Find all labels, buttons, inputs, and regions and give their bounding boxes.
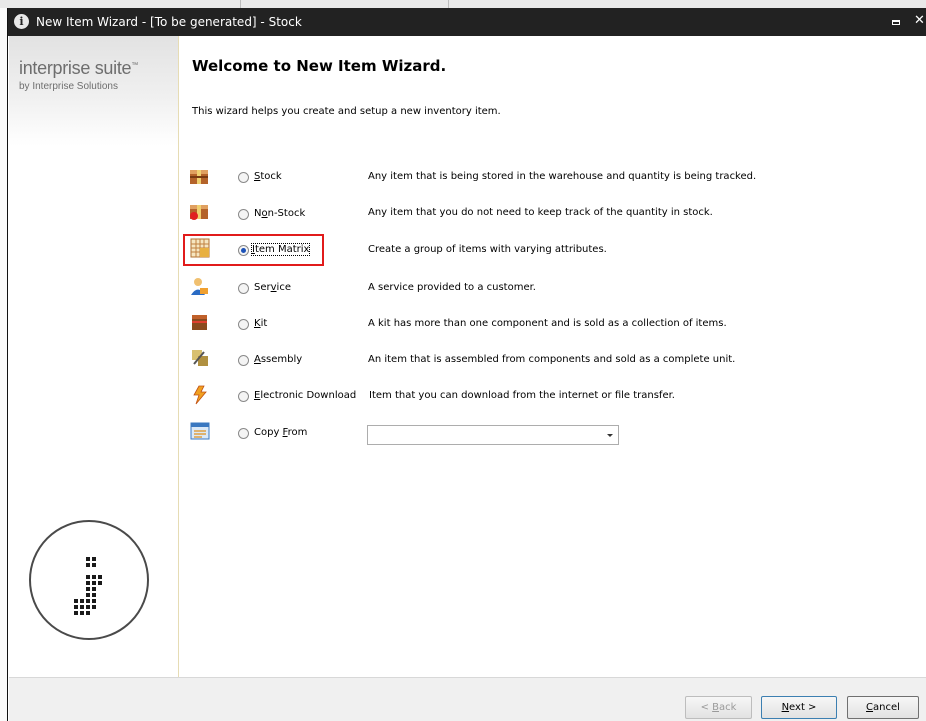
restore-icon[interactable]: [892, 20, 900, 25]
assembly-option-label[interactable]: Assembly: [254, 354, 302, 365]
window-left-edge: [0, 8, 8, 721]
non-stock-radio[interactable]: [238, 209, 249, 220]
non-stock-description: Any item that you do not need to keep tr…: [368, 207, 713, 218]
stock-box-icon: [190, 170, 208, 184]
wizard-sidebar: interprise suite™ by Interprise Solution…: [9, 36, 179, 677]
copy-from-radio[interactable]: [238, 428, 249, 439]
electronic-download-radio[interactable]: [238, 391, 249, 402]
window-title: New Item Wizard - [To be generated] - St…: [36, 15, 302, 29]
service-description: A service provided to a customer.: [368, 282, 536, 293]
service-person-icon: [191, 278, 208, 295]
close-icon[interactable]: ✕: [914, 13, 925, 28]
chevron-down-icon[interactable]: [607, 434, 613, 437]
stock-option-label[interactable]: Stock: [254, 171, 282, 182]
non-stock-box-icon: [190, 205, 208, 220]
info-icon: i: [14, 14, 29, 29]
download-bolt-icon: [193, 385, 207, 405]
copy-window-icon: [190, 422, 210, 440]
copy-from-option-label[interactable]: Copy From: [254, 427, 307, 438]
kit-radio[interactable]: [238, 319, 249, 330]
cancel-button[interactable]: Cancel: [847, 696, 919, 719]
item-matrix-description: Create a group of items with varying att…: [368, 244, 607, 255]
interprise-logo-icon: [29, 520, 149, 640]
service-radio[interactable]: [238, 283, 249, 294]
brand-logo-text: interprise suite™: [19, 58, 138, 78]
assembly-description: An item that is assembled from component…: [368, 354, 736, 365]
back-button[interactable]: < Back: [685, 696, 752, 719]
intro-text: This wizard helps you create and setup a…: [192, 106, 501, 117]
electronic-download-description: Item that you can download from the inte…: [369, 390, 675, 401]
kit-description: A kit has more than one component and is…: [368, 318, 727, 329]
stock-radio[interactable]: [238, 172, 249, 183]
copy-from-dropdown[interactable]: [367, 425, 619, 445]
title-bar: i New Item Wizard - [To be generated] - …: [8, 8, 926, 36]
background-divider: [240, 0, 241, 8]
assembly-icon: [192, 350, 208, 366]
kit-option-label[interactable]: Kit: [254, 318, 267, 329]
selection-highlight: [183, 234, 324, 266]
stock-description: Any item that is being stored in the war…: [368, 171, 757, 182]
background-window-strip: [0, 0, 926, 8]
wizard-footer: < Back Next > Cancel: [9, 677, 926, 721]
page-title: Welcome to New Item Wizard.: [192, 57, 447, 75]
electronic-download-option-label[interactable]: Electronic Download: [254, 390, 356, 401]
background-divider: [448, 0, 449, 8]
non-stock-option-label[interactable]: Non-Stock: [254, 208, 305, 219]
next-button[interactable]: Next >: [761, 696, 837, 719]
brand-subtitle: by Interprise Solutions: [19, 81, 118, 92]
assembly-radio[interactable]: [238, 355, 249, 366]
kit-chest-icon: [192, 315, 207, 330]
service-option-label[interactable]: Service: [254, 282, 291, 293]
